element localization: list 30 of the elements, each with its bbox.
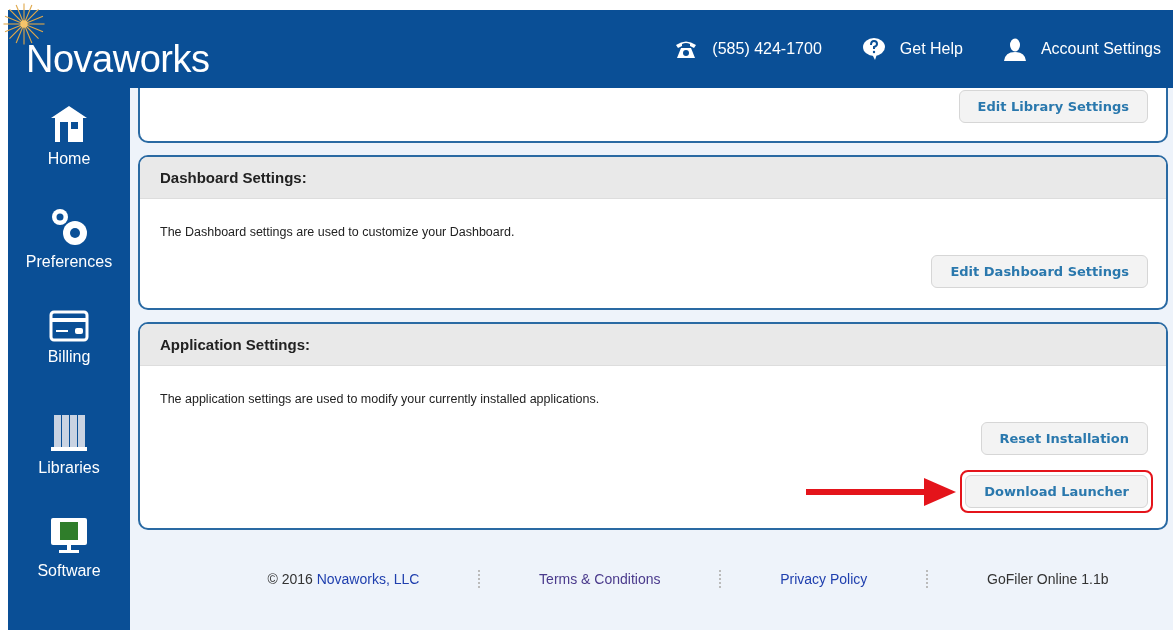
starburst-icon (2, 2, 46, 46)
sidebar-item[interactable]: Software (8, 516, 130, 603)
footer-link[interactable]: Privacy Policy (780, 571, 868, 587)
version-text: GoFiler Online 1.1b (987, 571, 1109, 587)
panel-title: Application Settings: (160, 336, 310, 353)
settings-button[interactable]: Edit Library Settings (958, 90, 1148, 123)
settings-button[interactable]: Reset Installation (980, 422, 1148, 455)
sidebar-item[interactable]: Billing (8, 310, 130, 397)
panel-title: Dashboard Settings: (160, 169, 307, 186)
copyright-text: © 2016 Novaworks, LLC (267, 571, 420, 587)
company-link[interactable]: Novaworks, LLC (316, 571, 420, 587)
sidebar-item[interactable]: Preferences (8, 207, 130, 294)
help-icon (861, 37, 886, 61)
gears-icon (49, 207, 89, 247)
header-link[interactable]: Get Help (861, 37, 963, 61)
settings-button[interactable]: Edit Dashboard Settings (931, 255, 1148, 288)
house-icon (49, 104, 89, 144)
logo[interactable]: Novaworks (26, 37, 210, 81)
panel-description: The Dashboard settings are used to customize your Dashboard. (160, 225, 516, 239)
footer-link[interactable]: Terms & Conditions (539, 571, 661, 587)
sidebar-item[interactable]: Home (8, 104, 130, 191)
monitor-icon (49, 516, 89, 556)
settings-button[interactable]: Download Launcher (965, 475, 1148, 508)
person-icon (1002, 37, 1027, 61)
header-link[interactable]: Account Settings (1002, 37, 1161, 61)
credit-card-icon (49, 310, 89, 342)
header-link[interactable]: (585) 424-1700 (674, 38, 822, 60)
bookshelf-icon (49, 413, 89, 453)
panel-description: The application settings are used to modify your currently installed applications. (160, 392, 601, 406)
sidebar-item[interactable]: Libraries (8, 413, 130, 500)
